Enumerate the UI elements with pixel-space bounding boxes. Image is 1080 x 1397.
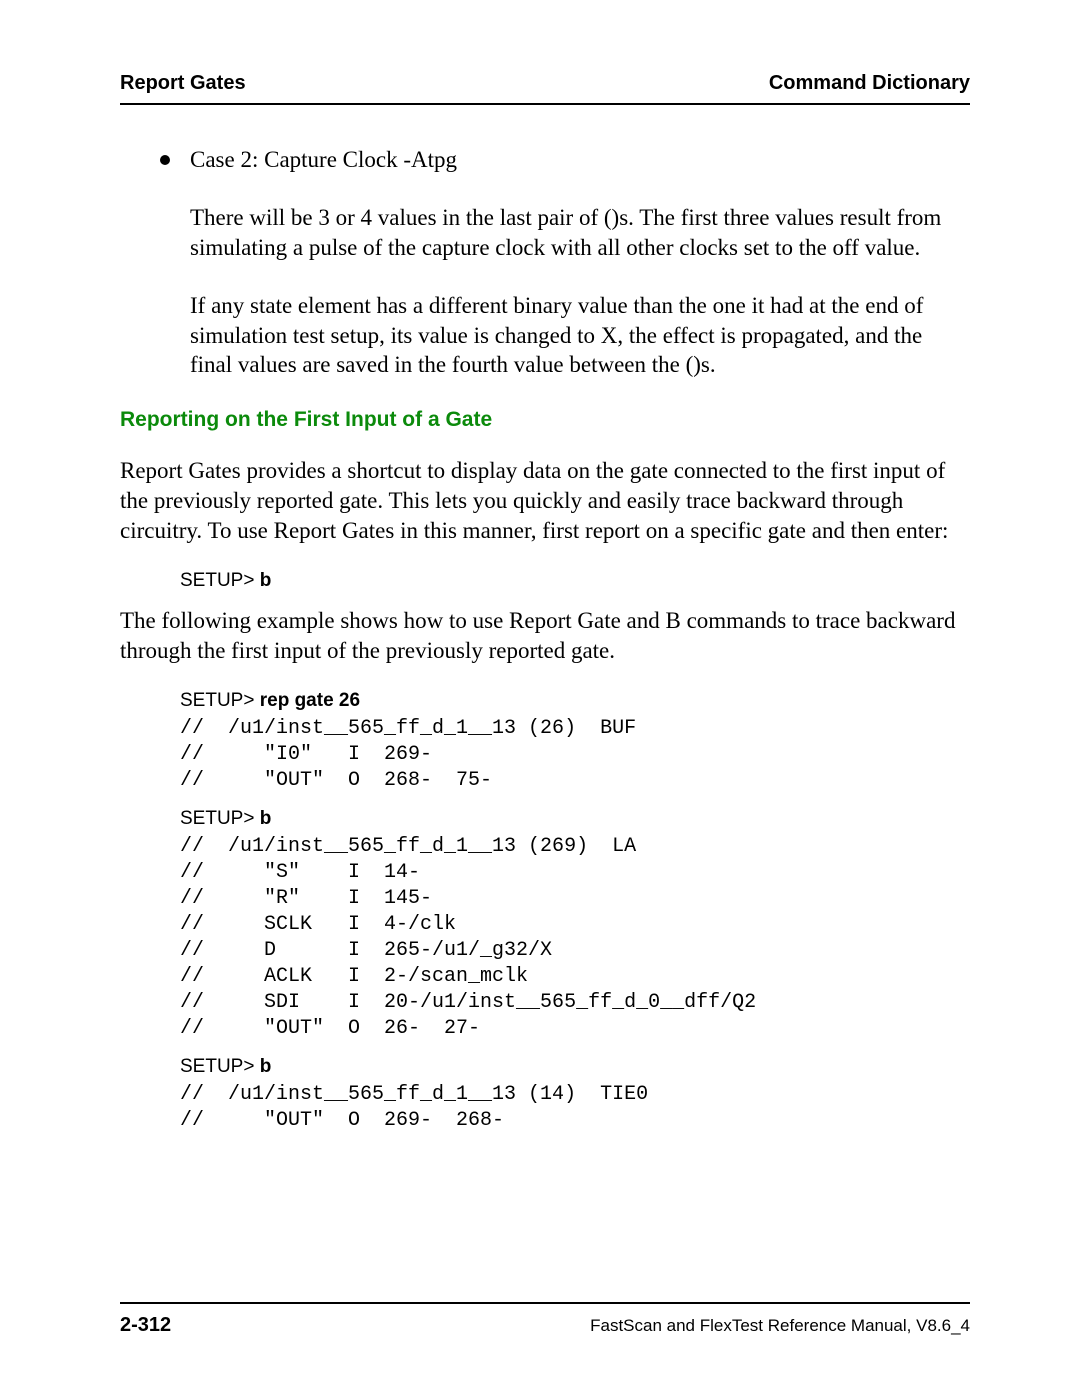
case2-paragraph-1: There will be 3 or 4 values in the last …: [190, 203, 970, 263]
running-header: Report Gates Command Dictionary: [120, 72, 970, 105]
section-heading: Reporting on the First Input of a Gate: [120, 408, 970, 432]
footer-manual-title: FastScan and FlexTest Reference Manual, …: [590, 1316, 970, 1336]
case2-title: Case 2: Capture Clock -Atpg: [190, 145, 457, 175]
code-block-3: // /u1/inst__565_ff_d_1__13 (14) TIE0 //…: [180, 1082, 970, 1134]
page: Report Gates Command Dictionary Case 2: …: [0, 0, 1080, 1397]
prompt-label: SETUP>: [180, 570, 260, 591]
running-footer: 2-312 FastScan and FlexTest Reference Ma…: [120, 1302, 970, 1337]
header-left: Report Gates: [120, 72, 246, 95]
section-paragraph-2: The following example shows how to use R…: [120, 606, 970, 666]
prompt-line-4: SETUP> b: [180, 1056, 970, 1078]
prompt-command: b: [260, 808, 272, 829]
prompt-label: SETUP>: [180, 1056, 260, 1077]
prompt-command: b: [260, 570, 272, 591]
bullet-icon: [160, 155, 170, 165]
prompt-line-3: SETUP> b: [180, 808, 970, 830]
case2-paragraph-2: If any state element has a different bin…: [190, 291, 970, 381]
prompt-command: b: [260, 1056, 272, 1077]
code-block-2: // /u1/inst__565_ff_d_1__13 (269) LA // …: [180, 834, 970, 1042]
prompt-label: SETUP>: [180, 690, 260, 711]
footer-page-number: 2-312: [120, 1314, 171, 1337]
prompt-line-2: SETUP> rep gate 26: [180, 690, 970, 712]
prompt-label: SETUP>: [180, 808, 260, 829]
case2-bullet: Case 2: Capture Clock -Atpg: [160, 145, 970, 175]
header-right: Command Dictionary: [769, 72, 970, 95]
section-paragraph-1: Report Gates provides a shortcut to disp…: [120, 456, 970, 546]
prompt-command: rep gate 26: [260, 690, 360, 711]
prompt-line-1: SETUP> b: [180, 570, 970, 592]
code-block-1: // /u1/inst__565_ff_d_1__13 (26) BUF // …: [180, 716, 970, 794]
